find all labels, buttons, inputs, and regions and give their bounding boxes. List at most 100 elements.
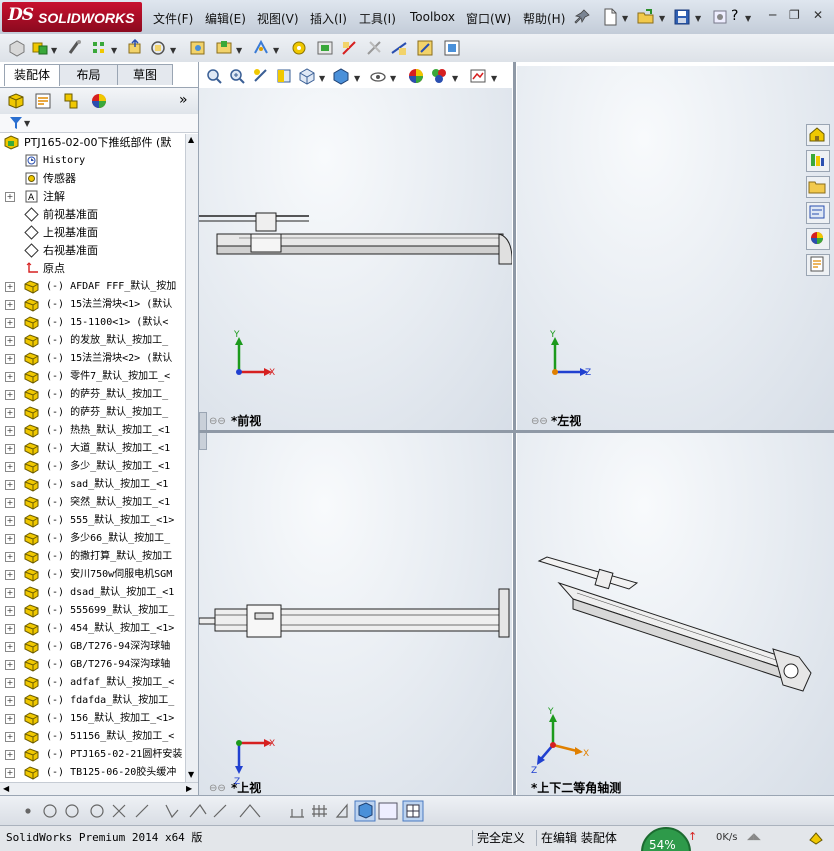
grid-icon[interactable] xyxy=(312,805,327,817)
menu-view[interactable]: 视图(V) xyxy=(257,10,299,27)
link-icon[interactable]: ⊖⊖ xyxy=(209,783,226,794)
expand-icon[interactable]: + xyxy=(5,732,15,742)
reference-geometry-icon[interactable] xyxy=(252,39,270,57)
exploded-view-icon[interactable] xyxy=(316,39,334,57)
rotate-component-icon[interactable] xyxy=(149,39,167,57)
tab-assembly[interactable]: 装配体 xyxy=(4,64,60,86)
expand-icon[interactable]: + xyxy=(5,498,15,508)
chevron-down-icon[interactable]: ▼ xyxy=(170,46,176,55)
link-icon[interactable]: ⊖⊖ xyxy=(209,416,226,427)
chevron-down-icon[interactable]: ▼ xyxy=(111,46,117,55)
expand-panel-icon[interactable]: » xyxy=(179,92,188,108)
edit-appearance-icon[interactable] xyxy=(407,67,425,85)
tab-layout[interactable]: 布局 xyxy=(59,64,118,85)
solidworks-logo[interactable]: DS SOLIDWORKS xyxy=(2,2,142,32)
chevron-down-icon[interactable]: ▼ xyxy=(319,74,325,83)
apply-scene-icon[interactable] xyxy=(430,67,448,85)
explode-line-icon[interactable] xyxy=(340,39,358,57)
expand-icon[interactable]: + xyxy=(5,642,15,652)
rebuild-status-icon[interactable] xyxy=(808,830,824,846)
sketch-toolbar-icon[interactable] xyxy=(443,39,461,57)
smart-fastener-icon[interactable] xyxy=(66,39,84,57)
chevron-down-icon[interactable]: ▼ xyxy=(51,46,57,55)
pattern-icon[interactable] xyxy=(90,39,108,57)
expand-icon[interactable]: + xyxy=(5,462,15,472)
home-icon[interactable] xyxy=(806,124,830,146)
instant3d-icon[interactable] xyxy=(390,39,408,57)
expand-icon[interactable]: + xyxy=(5,300,15,310)
expand-icon[interactable]: + xyxy=(5,534,15,544)
restore-icon[interactable]: ❐ xyxy=(789,8,800,22)
open-folder-icon[interactable] xyxy=(637,8,655,26)
menu-tools[interactable]: 工具(I) xyxy=(359,10,396,27)
view-palette-icon[interactable] xyxy=(806,202,830,224)
expand-icon[interactable]: + xyxy=(5,390,15,400)
help-icon[interactable]: ? xyxy=(731,8,738,24)
tab-sketch[interactable]: 草图 xyxy=(117,64,173,85)
expand-icon[interactable]: + xyxy=(5,444,15,454)
cross-icon[interactable] xyxy=(112,804,126,818)
assembly-features-icon[interactable] xyxy=(215,39,233,57)
relation-icon[interactable] xyxy=(335,803,348,818)
configuration-manager-icon[interactable] xyxy=(62,92,80,110)
chevron-down-icon[interactable]: ▼ xyxy=(491,74,497,83)
trim-icon[interactable] xyxy=(165,804,179,819)
expand-icon[interactable]: + xyxy=(5,624,15,634)
close-icon[interactable]: ✕ xyxy=(813,8,823,22)
expand-icon[interactable]: + xyxy=(5,606,15,616)
expand-icon[interactable]: + xyxy=(5,192,15,202)
expand-icon[interactable]: + xyxy=(5,426,15,436)
expand-icon[interactable]: + xyxy=(5,318,15,328)
expand-icon[interactable]: + xyxy=(5,336,15,346)
chevron-down-icon[interactable]: ▼ xyxy=(622,14,628,23)
expand-icon[interactable]: + xyxy=(5,552,15,562)
line-icon[interactable] xyxy=(135,804,149,818)
expand-icon[interactable]: + xyxy=(5,516,15,526)
extend-icon[interactable] xyxy=(189,803,207,818)
expand-icon[interactable]: + xyxy=(5,768,15,778)
expand-icon[interactable]: + xyxy=(5,354,15,364)
viewport-top[interactable]: Z X ⊖⊖ *上视 xyxy=(199,433,512,795)
insert-component-icon[interactable] xyxy=(8,39,26,57)
tree-horizontal-scrollbar[interactable]: ◀ ▶ xyxy=(0,782,198,796)
display-style-icon[interactable] xyxy=(332,67,350,85)
expand-icon[interactable]: + xyxy=(5,588,15,598)
expand-icon[interactable]: + xyxy=(5,372,15,382)
center-circle-icon[interactable] xyxy=(65,804,79,818)
scroll-up-icon[interactable]: ▲ xyxy=(188,135,194,144)
expand-icon[interactable]: + xyxy=(5,282,15,292)
menu-window[interactable]: 窗口(W) xyxy=(466,10,511,27)
property-manager-icon[interactable] xyxy=(34,92,52,110)
feature-manager-icon[interactable] xyxy=(7,92,25,110)
move-component-icon[interactable] xyxy=(126,39,144,57)
expand-icon[interactable]: + xyxy=(5,696,15,706)
previous-view-icon[interactable] xyxy=(252,67,270,85)
custom-properties-icon[interactable] xyxy=(806,254,830,276)
expand-icon[interactable]: + xyxy=(5,660,15,670)
chevron-down-icon[interactable]: ▼ xyxy=(745,14,751,23)
expand-icon[interactable]: + xyxy=(5,480,15,490)
chevron-down-icon[interactable]: ▼ xyxy=(236,46,242,55)
chevron-down-icon[interactable]: ▼ xyxy=(24,119,30,128)
scroll-left-icon[interactable]: ◀ xyxy=(3,784,9,793)
zoom-to-fit-icon[interactable] xyxy=(205,67,223,85)
mate-icon[interactable] xyxy=(31,39,49,57)
menu-edit[interactable]: 编辑(E) xyxy=(205,10,246,27)
save-icon[interactable] xyxy=(673,8,691,26)
menu-toolbox[interactable]: Toolbox xyxy=(410,10,455,24)
section-view-icon[interactable] xyxy=(275,67,293,85)
view-settings-icon[interactable] xyxy=(469,67,487,85)
viewport-left[interactable]: Y Z ⊖⊖ *左视 xyxy=(517,66,834,430)
expand-icon[interactable]: + xyxy=(5,408,15,418)
scroll-right-icon[interactable]: ▶ xyxy=(186,784,192,793)
display-manager-icon[interactable] xyxy=(90,92,108,110)
chevron-down-icon[interactable]: ▼ xyxy=(695,14,701,23)
large-assembly-icon[interactable] xyxy=(416,39,434,57)
pushpin-icon[interactable] xyxy=(573,8,591,26)
expand-icon[interactable]: + xyxy=(5,714,15,724)
menu-file[interactable]: 文件(F) xyxy=(153,10,193,27)
point-icon[interactable] xyxy=(25,808,31,814)
zoom-to-area-icon[interactable] xyxy=(228,67,246,85)
chevron-down-icon[interactable]: ▼ xyxy=(390,74,396,83)
target-icon[interactable] xyxy=(90,804,104,818)
